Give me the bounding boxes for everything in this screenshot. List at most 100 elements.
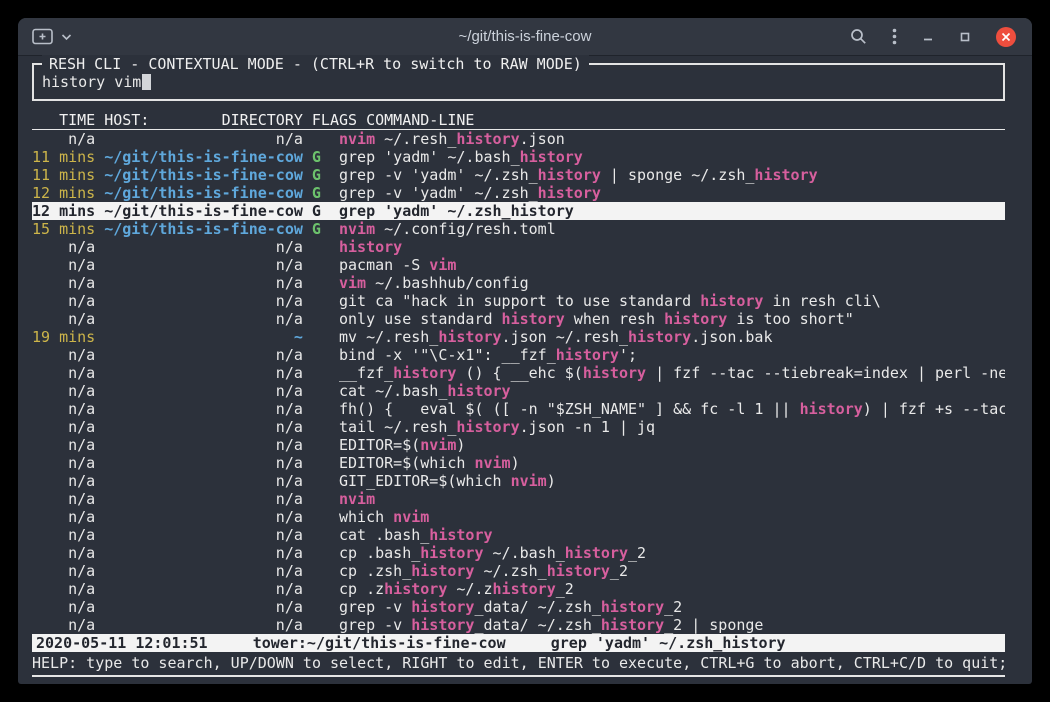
match-highlight: history (556, 346, 619, 364)
close-button[interactable] (996, 27, 1016, 47)
history-row[interactable]: n/an/atail ~/.resh_history.json -n 1 | j… (32, 418, 1005, 436)
history-row[interactable]: n/an/afh() { eval $( ([ -n "$ZSH_NAME" ]… (32, 400, 1005, 418)
row-command: grep -v 'yadm' ~/.zsh_history | sponge ~… (339, 166, 1005, 184)
match-highlight: history (384, 580, 447, 598)
match-highlight: history (411, 616, 474, 634)
history-row[interactable]: n/an/acat ~/.bash_history (32, 382, 1005, 400)
resh-mode-title: RESH CLI - CONTEXTUAL MODE - (CTRL+R to … (42, 55, 589, 73)
search-button[interactable] (850, 28, 867, 45)
row-command: git ca "hack in support to use standard … (339, 292, 1005, 310)
history-row[interactable]: n/an/ahistory (32, 238, 1005, 256)
history-row[interactable]: n/an/aEDITOR=$(nvim) (32, 436, 1005, 454)
column-header-host-directory: HOST: DIRECTORY (104, 112, 303, 129)
history-row[interactable]: n/an/anvim (32, 490, 1005, 508)
history-row[interactable]: n/an/avim ~/.bashhub/config (32, 274, 1005, 292)
history-row[interactable]: 11 mins~/git/this-is-fine-cowGgrep -v 'y… (32, 166, 1005, 184)
new-tab-icon (32, 28, 54, 45)
row-time: n/a (32, 418, 95, 436)
row-command: tail ~/.resh_history.json -n 1 | jq (339, 418, 1005, 436)
row-host-directory: ~/git/this-is-fine-cow (104, 166, 303, 184)
text-cursor (142, 74, 151, 90)
history-row[interactable]: 11 mins~/git/this-is-fine-cowGgrep 'yadm… (32, 148, 1005, 166)
resh-search-box[interactable]: RESH CLI - CONTEXTUAL MODE - (CTRL+R to … (32, 63, 1005, 101)
row-command: vim ~/.bashhub/config (339, 274, 1005, 292)
match-highlight: nvim (393, 508, 429, 526)
row-command: cat ~/.bash_history (339, 382, 1005, 400)
history-row[interactable]: n/an/acat .bash_history (32, 526, 1005, 544)
history-row[interactable]: n/an/acp .zsh_history ~/.zsh_history_2 (32, 562, 1005, 580)
match-highlight: history (520, 148, 583, 166)
match-highlight: nvim (339, 490, 375, 508)
row-host-directory: n/a (104, 454, 303, 472)
row-command: pacman -S vim (339, 256, 1005, 274)
match-highlight: history (411, 598, 474, 616)
history-row[interactable]: 12 mins~/git/this-is-fine-cowGgrep -v 'y… (32, 184, 1005, 202)
history-row[interactable]: n/an/apacman -S vim (32, 256, 1005, 274)
history-row[interactable]: n/an/agrep -v history_data/ ~/.zsh_histo… (32, 598, 1005, 616)
row-flags (312, 418, 339, 436)
row-host-directory: n/a (104, 544, 303, 562)
restore-button[interactable] (959, 31, 971, 43)
row-flags (312, 130, 339, 148)
window-title: ~/git/this-is-fine-cow (459, 18, 592, 56)
history-row[interactable]: n/an/agit ca "hack in support to use sta… (32, 292, 1005, 310)
match-highlight: history (800, 400, 863, 418)
history-row-selected[interactable]: 12 mins~/git/this-is-fine-cowGgrep 'yadm… (32, 202, 1005, 220)
row-flags (312, 526, 339, 544)
history-row[interactable]: n/an/awhich nvim (32, 508, 1005, 526)
minimize-button[interactable] (922, 31, 934, 43)
history-table-body: n/an/anvim ~/.resh_history.json11 mins~/… (32, 130, 1005, 634)
row-host-directory: n/a (104, 436, 303, 454)
history-row[interactable]: n/an/anvim ~/.resh_history.json (32, 130, 1005, 148)
row-time: 15 mins (32, 220, 95, 238)
row-time: n/a (32, 400, 95, 418)
status-host-path: tower:~/git/this-is-fine-cow (253, 634, 506, 652)
row-command: cp .zsh_history ~/.zsh_history_2 (339, 562, 1005, 580)
row-host-directory: n/a (104, 490, 303, 508)
row-flags (312, 310, 339, 328)
row-time: n/a (32, 346, 95, 364)
match-highlight: vim (429, 256, 456, 274)
match-highlight: nvim (474, 454, 510, 472)
new-tab-button[interactable] (32, 28, 54, 45)
menu-button[interactable] (892, 28, 897, 45)
row-command: EDITOR=$(which nvim) (339, 454, 1005, 472)
tab-dropdown-button[interactable] (61, 33, 72, 41)
search-query-text: history vim (42, 73, 141, 91)
row-command: mv ~/.resh_history.json ~/.resh_history.… (339, 328, 1005, 346)
row-host-directory: ~/git/this-is-fine-cow (104, 148, 303, 166)
row-flags (312, 292, 339, 310)
row-host-directory: n/a (104, 310, 303, 328)
history-row[interactable]: n/an/acp .zhistory ~/.zhistory_2 (32, 580, 1005, 598)
bottom-divider (32, 675, 1005, 677)
row-host-directory: ~/git/this-is-fine-cow (104, 202, 303, 220)
row-host-directory: ~/git/this-is-fine-cow (104, 220, 303, 238)
row-host-directory: n/a (104, 364, 303, 382)
match-highlight: history (700, 292, 763, 310)
history-row[interactable]: n/an/aGIT_EDITOR=$(which nvim) (32, 472, 1005, 490)
row-host-directory: n/a (104, 616, 303, 634)
match-highlight: history (538, 184, 601, 202)
row-command: nvim ~/.config/resh.toml (339, 220, 1005, 238)
row-flags (312, 238, 339, 256)
history-row[interactable]: n/an/a__fzf_history () { __ehc $(history… (32, 364, 1005, 382)
column-header-host: HOST: (104, 112, 149, 129)
row-host-directory: n/a (104, 274, 303, 292)
row-command: cat .bash_history (339, 526, 1005, 544)
match-highlight: nvim (420, 436, 456, 454)
history-row[interactable]: n/an/agrep -v history_data/ ~/.zsh_histo… (32, 616, 1005, 634)
row-host-directory: n/a (104, 346, 303, 364)
row-flags (312, 436, 339, 454)
history-row[interactable]: 19 mins~mv ~/.resh_history.json ~/.resh_… (32, 328, 1005, 346)
history-row[interactable]: n/an/aonly use standard history when res… (32, 310, 1005, 328)
history-row[interactable]: 15 mins ~/git/this-is-fine-cow Gnvim ~/.co… (32, 220, 1005, 238)
row-time: n/a (32, 580, 95, 598)
row-flags: G (312, 220, 339, 238)
row-command: history (339, 238, 1005, 256)
row-time: n/a (32, 292, 95, 310)
history-row[interactable]: n/an/aEDITOR=$(which nvim) (32, 454, 1005, 472)
row-time: n/a (32, 508, 95, 526)
history-row[interactable]: n/a n/a bind -x '"\C-x1": __fzf_history'; (32, 346, 1005, 364)
history-row[interactable]: n/an/acp .bash_history ~/.bash_history_2 (32, 544, 1005, 562)
row-command: bind -x '"\C-x1": __fzf_history'; (339, 346, 1005, 364)
